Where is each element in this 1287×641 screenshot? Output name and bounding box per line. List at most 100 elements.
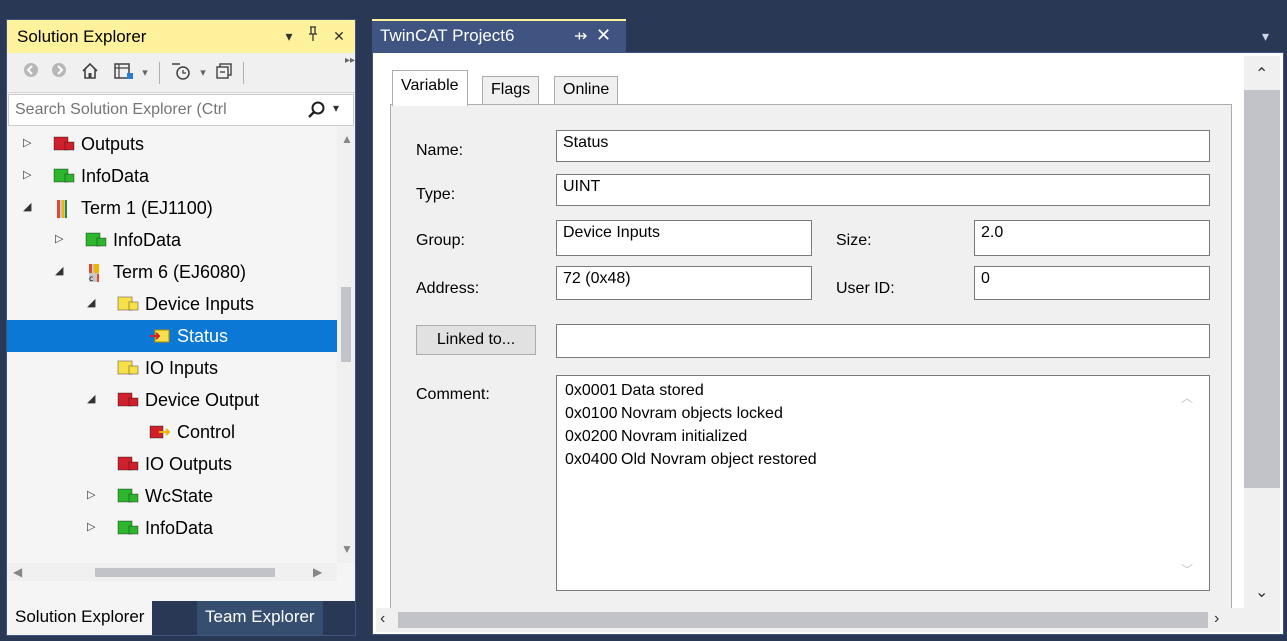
scroll-up-icon[interactable]: ⌃ bbox=[1255, 64, 1268, 84]
tree-item[interactable]: ▷ InfoData bbox=[7, 224, 337, 256]
tab-online[interactable]: Online bbox=[554, 76, 619, 104]
comment-line: 0x0400 Old Novram object restored bbox=[565, 451, 817, 469]
tree-item[interactable]: ▷ InfoData bbox=[7, 512, 337, 544]
expanded-arrow-icon[interactable]: ◢ bbox=[23, 200, 37, 214]
yellow-tag-icon bbox=[117, 360, 139, 376]
user-id-field[interactable]: 0 bbox=[974, 266, 1210, 300]
comment-field[interactable]: 0x0001 Data stored 0x0100 Novram objects lo… bbox=[556, 375, 1210, 591]
search-icon[interactable] bbox=[307, 100, 327, 120]
tree-item[interactable]: Status bbox=[7, 320, 337, 352]
name-field[interactable]: Status bbox=[556, 130, 1210, 162]
tree-item[interactable]: ▷ InfoData bbox=[7, 160, 337, 192]
tree-item-label: Term 1 (EJ1100) bbox=[81, 198, 213, 218]
tab-team-explorer[interactable]: Team Explorer bbox=[197, 601, 323, 635]
solution-explorer-search: ▾ bbox=[8, 94, 354, 126]
tree-item[interactable]: IO Inputs bbox=[7, 352, 337, 384]
document-list-dropdown-icon[interactable]: ▾ bbox=[1262, 28, 1269, 45]
scroll-left-icon[interactable]: ‹ bbox=[380, 610, 385, 628]
group-field[interactable]: Device Inputs bbox=[556, 220, 812, 256]
size-field[interactable]: 2.0 bbox=[974, 220, 1210, 256]
collapsed-arrow-icon[interactable]: ▷ bbox=[23, 168, 37, 182]
collapsed-arrow-icon[interactable]: ▷ bbox=[23, 136, 37, 150]
toolbar-separator bbox=[243, 62, 244, 84]
tree-item[interactable]: ▷ WcState bbox=[7, 480, 337, 512]
expanded-arrow-icon[interactable]: ◢ bbox=[55, 264, 69, 278]
tree-item[interactable]: ◢ Device Inputs bbox=[7, 288, 337, 320]
document-vertical-scroll-thumb[interactable] bbox=[1244, 90, 1280, 488]
scroll-down-icon[interactable]: ▼ bbox=[341, 543, 353, 555]
name-label: Name: bbox=[416, 142, 464, 159]
collapse-all-icon[interactable] bbox=[213, 61, 235, 85]
expanded-arrow-icon[interactable]: ◢ bbox=[87, 392, 101, 406]
comment-description: Old Novram object restored bbox=[621, 451, 817, 468]
tree-item-label: Device Output bbox=[145, 390, 260, 410]
tree-item-label: InfoData bbox=[81, 166, 150, 186]
toolbar-overflow-icon[interactable]: ▸▸ bbox=[345, 55, 355, 66]
scroll-right-icon[interactable]: › bbox=[1214, 610, 1219, 628]
scroll-up-icon[interactable]: ︿ bbox=[1181, 392, 1193, 404]
address-label: Address: bbox=[416, 280, 480, 297]
linked-to-button[interactable]: Linked to... bbox=[416, 325, 536, 355]
tree-item[interactable]: ▷ Outputs bbox=[7, 128, 337, 160]
comment-scrollbar[interactable]: ︿ ﹀ bbox=[1169, 378, 1205, 588]
switch-views-icon[interactable] bbox=[111, 61, 137, 85]
keep-tab-open-icon[interactable]: ⇸ bbox=[574, 26, 587, 46]
close-tab-icon[interactable]: ✕ bbox=[596, 25, 611, 46]
filter-dropdown-icon[interactable]: ▾ bbox=[197, 61, 209, 85]
green-tag-icon bbox=[53, 168, 75, 184]
scroll-down-icon[interactable]: ﹀ bbox=[1181, 564, 1193, 576]
red-tag-icon bbox=[117, 456, 139, 472]
forward-icon[interactable] bbox=[49, 61, 69, 85]
tree-item[interactable]: ◢ c Term 6 (EJ6080) bbox=[7, 256, 337, 288]
tree-item-label: Term 6 (EJ6080) bbox=[113, 262, 247, 282]
tree-item-label: Status bbox=[177, 326, 229, 346]
close-icon[interactable]: ✕ bbox=[329, 26, 349, 46]
scroll-left-icon[interactable]: ◀ bbox=[13, 566, 22, 578]
back-icon[interactable] bbox=[21, 61, 41, 85]
tree-item-label: Outputs bbox=[81, 134, 145, 154]
switch-views-dropdown-icon[interactable]: ▾ bbox=[139, 61, 151, 85]
scroll-right-icon[interactable]: ▶ bbox=[313, 566, 322, 578]
scroll-down-icon[interactable]: ⌄ bbox=[1255, 582, 1268, 602]
address-field[interactable]: 72 (0x48) bbox=[556, 266, 812, 300]
tree-item[interactable]: ◢ Term 1 (EJ1100) bbox=[7, 192, 337, 224]
document-horizontal-scroll-thumb[interactable] bbox=[398, 612, 1208, 628]
collapsed-arrow-icon[interactable]: ▷ bbox=[87, 488, 101, 502]
tree-item[interactable]: Control bbox=[7, 416, 337, 448]
tab-solution-explorer[interactable]: Solution Explorer bbox=[7, 601, 153, 635]
comment-description: Novram initialized bbox=[621, 428, 748, 445]
comment-code: 0x0400 bbox=[565, 451, 618, 468]
tab-flags[interactable]: Flags bbox=[482, 76, 540, 104]
window-position-dropdown-icon[interactable]: ▾ bbox=[279, 26, 299, 46]
linked-to-field[interactable] bbox=[556, 324, 1210, 358]
user-id-label: User ID: bbox=[836, 280, 895, 297]
solution-tree: ▷ Outputs ▷ InfoData ◢ Term 1 (EJ1100) ▷ InfoDa… bbox=[7, 127, 337, 563]
scroll-up-icon[interactable]: ▲ bbox=[341, 133, 353, 145]
tree-item-label: Control bbox=[177, 422, 236, 442]
document-tab[interactable]: TwinCAT Project6 ⇸ ✕ bbox=[372, 19, 626, 52]
vertical-scroll-thumb[interactable] bbox=[341, 287, 351, 362]
type-field[interactable]: UINT bbox=[556, 174, 1210, 206]
tree-horizontal-scrollbar[interactable]: ◀ ▶ bbox=[7, 563, 337, 581]
tree-item[interactable]: ◢ Device Output bbox=[7, 384, 337, 416]
tab-variable[interactable]: Variable bbox=[392, 70, 468, 106]
tree-item[interactable]: IO Outputs bbox=[7, 448, 337, 480]
yellow-tag-icon bbox=[117, 296, 139, 312]
solution-explorer-panel: Solution Explorer ▾ ✕ ▾ ▾ ▸▸ Search Solu… bbox=[6, 19, 356, 636]
search-input[interactable] bbox=[9, 95, 310, 125]
comment-description: Data stored bbox=[621, 382, 704, 399]
comment-line: 0x0001 Data stored bbox=[565, 382, 704, 400]
pending-changes-filter-icon[interactable] bbox=[167, 61, 195, 85]
input-variable-icon bbox=[149, 328, 171, 344]
tree-vertical-scrollbar[interactable]: ▲ ▼ bbox=[337, 127, 355, 563]
home-icon[interactable] bbox=[79, 61, 101, 85]
expanded-arrow-icon[interactable]: ◢ bbox=[87, 296, 101, 310]
pin-icon[interactable] bbox=[303, 26, 323, 46]
panel-title: Solution Explorer bbox=[17, 27, 147, 46]
tree-item-label: Device Inputs bbox=[145, 294, 255, 314]
horizontal-scroll-thumb[interactable] bbox=[95, 568, 275, 577]
collapsed-arrow-icon[interactable]: ▷ bbox=[55, 232, 69, 246]
collapsed-arrow-icon[interactable]: ▷ bbox=[87, 520, 101, 534]
search-options-dropdown-icon[interactable]: ▾ bbox=[333, 101, 339, 115]
toolbar-separator bbox=[159, 62, 160, 84]
